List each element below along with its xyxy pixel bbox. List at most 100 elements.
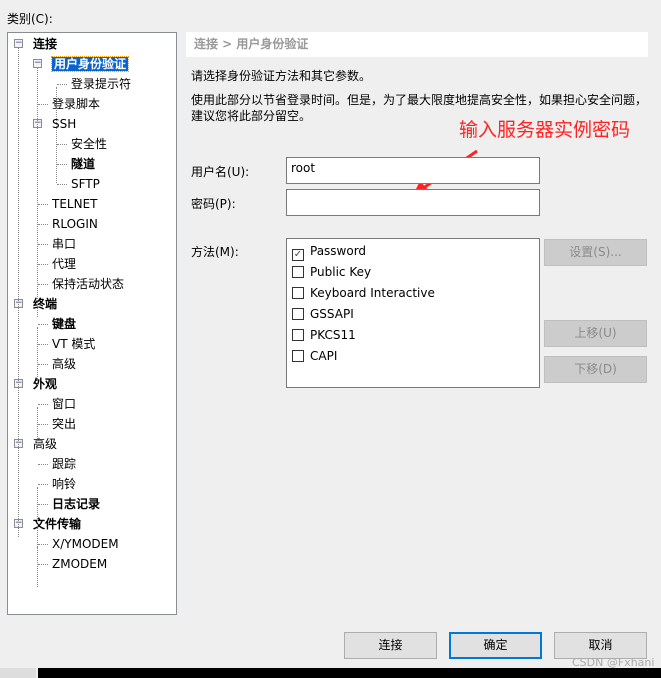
method-item[interactable]: PKCS11 (292, 326, 356, 344)
tree-item[interactable]: 代理 (52, 255, 76, 273)
tree-item-label: 隧道 (71, 157, 96, 171)
tree-connector (37, 67, 38, 317)
tree-item-label: 安全性 (71, 137, 108, 151)
tree-connector (56, 87, 57, 183)
tree-connector (37, 547, 38, 587)
tree-item[interactable]: SFTP (71, 175, 100, 193)
tree-item[interactable]: 窗口 (52, 395, 76, 413)
tree-item-label: 键盘 (52, 317, 77, 331)
tree-connector (38, 424, 48, 425)
tree-connector (38, 224, 48, 225)
tree-connector (57, 84, 67, 85)
username-label: 用户名(U): (191, 165, 250, 179)
tree-connector (57, 184, 67, 185)
tree-item-label: 用户身份验证 (50, 56, 130, 72)
tree-item[interactable]: 日志记录 (52, 495, 100, 513)
tree-item-label: ZMODEM (52, 557, 108, 571)
method-label: Public Key (310, 265, 372, 279)
tree-item[interactable]: 连接 (33, 35, 57, 53)
method-item[interactable]: GSSAPI (292, 305, 354, 323)
method-item[interactable]: ✓ Password (292, 242, 367, 261)
tree-item[interactable]: TELNET (52, 195, 98, 213)
checkbox-icon[interactable] (292, 287, 304, 299)
cancel-button[interactable]: 取消 (554, 632, 647, 659)
checkbox-icon[interactable] (292, 308, 304, 320)
method-label: Password (310, 244, 367, 258)
settings-button[interactable]: 设置(S)... (544, 239, 647, 266)
tree-connector (38, 364, 48, 365)
tree-connector (38, 324, 48, 325)
tree-item-label: 高级 (52, 357, 77, 371)
tree-item-label: 响铃 (52, 477, 77, 491)
tree-item[interactable]: 响铃 (52, 475, 76, 493)
tree-item[interactable]: 登录提示符 (71, 75, 131, 93)
tree-item-label: 突出 (52, 417, 77, 431)
connect-button[interactable]: 连接 (344, 632, 437, 659)
method-label: 方法(M): (191, 245, 239, 259)
tree-item-label: 跟踪 (52, 457, 77, 471)
tree-connector (37, 407, 38, 447)
tree-item[interactable]: X/YMODEM (52, 535, 119, 553)
method-label: GSSAPI (310, 307, 354, 321)
move-down-button[interactable]: 下移(D) (544, 356, 647, 383)
tree-item[interactable]: ZMODEM (52, 555, 107, 573)
checkbox-checked-icon[interactable]: ✓ (292, 249, 304, 261)
checkbox-icon[interactable] (292, 350, 304, 362)
method-item[interactable]: Public Key (292, 263, 371, 281)
tree-item[interactable]: 高级 (52, 355, 76, 373)
password-input[interactable] (286, 189, 540, 216)
tree-connector (38, 264, 48, 265)
tree-item-label: VT 模式 (52, 337, 96, 351)
ok-button[interactable]: 确定 (449, 632, 542, 659)
tree-item[interactable]: RLOGIN (52, 215, 98, 233)
tree-item-label: 文件传输 (33, 517, 82, 531)
password-label: 密码(P): (191, 197, 236, 211)
method-label: PKCS11 (310, 328, 356, 342)
tree-item[interactable]: 安全性 (71, 135, 107, 153)
method-label: CAPI (310, 349, 338, 363)
move-up-button[interactable]: 上移(U) (544, 320, 647, 347)
tree-connector (38, 404, 48, 405)
tree-item-label: SFTP (71, 177, 100, 191)
taskbar-strip-left (0, 668, 36, 678)
category-tree[interactable]: − 连接 − 用户身份验证 登录提示符 登录脚本 − SSH 安全性 隧道 SFTP TELNET RL… (7, 32, 177, 615)
method-item[interactable]: Keyboard Interactive (292, 284, 435, 302)
username-input[interactable]: root (286, 157, 540, 184)
intro-text: 请选择身份验证方法和其它参数。 (191, 69, 372, 83)
tree-item-label: 保持活动状态 (52, 277, 125, 291)
checkbox-icon[interactable] (292, 266, 304, 278)
tree-connector (38, 244, 48, 245)
tree-item[interactable]: 突出 (52, 415, 76, 433)
tree-item-label: TELNET (52, 197, 98, 211)
tree-connector (38, 544, 48, 545)
tree-item-label: 登录脚本 (52, 97, 101, 111)
tree-item[interactable]: 串口 (52, 235, 76, 253)
tree-connector (38, 204, 48, 205)
description-line-1: 使用此部分以节省登录时间。但是，为了最大限度地提高安全性，如果担心安全问题， (191, 93, 648, 107)
method-item[interactable]: CAPI (292, 347, 337, 365)
tree-connector (38, 504, 48, 505)
tree-item-label: 连接 (33, 37, 58, 51)
tree-item-label: 登录提示符 (71, 77, 132, 91)
checkbox-icon[interactable] (292, 329, 304, 341)
taskbar-strip (38, 668, 661, 678)
tree-connector (38, 564, 48, 565)
tree-item[interactable]: 登录脚本 (52, 95, 100, 113)
tree-item[interactable]: 隧道 (71, 155, 95, 173)
tree-item[interactable]: VT 模式 (52, 335, 95, 353)
category-label: 类别(C): (7, 12, 53, 26)
tree-item[interactable]: 保持活动状态 (52, 275, 124, 293)
tree-connector (38, 484, 48, 485)
method-list[interactable]: ✓ Password Public Key Keyboard Interactive G… (286, 238, 540, 388)
method-label: Keyboard Interactive (310, 286, 435, 300)
tree-connector (37, 487, 38, 547)
tree-item-label: 代理 (52, 257, 77, 271)
tree-item[interactable]: 跟踪 (52, 455, 76, 473)
tree-item[interactable]: 文件传输 (33, 515, 81, 533)
tree-connector (38, 464, 48, 465)
description-line-2: 建议您将此部分留空。 (191, 109, 312, 123)
tree-item[interactable]: 用户身份验证 (50, 55, 130, 73)
tree-connector (38, 284, 48, 285)
tree-item[interactable]: 键盘 (52, 315, 76, 333)
tree-item-label: X/YMODEM (52, 537, 119, 551)
